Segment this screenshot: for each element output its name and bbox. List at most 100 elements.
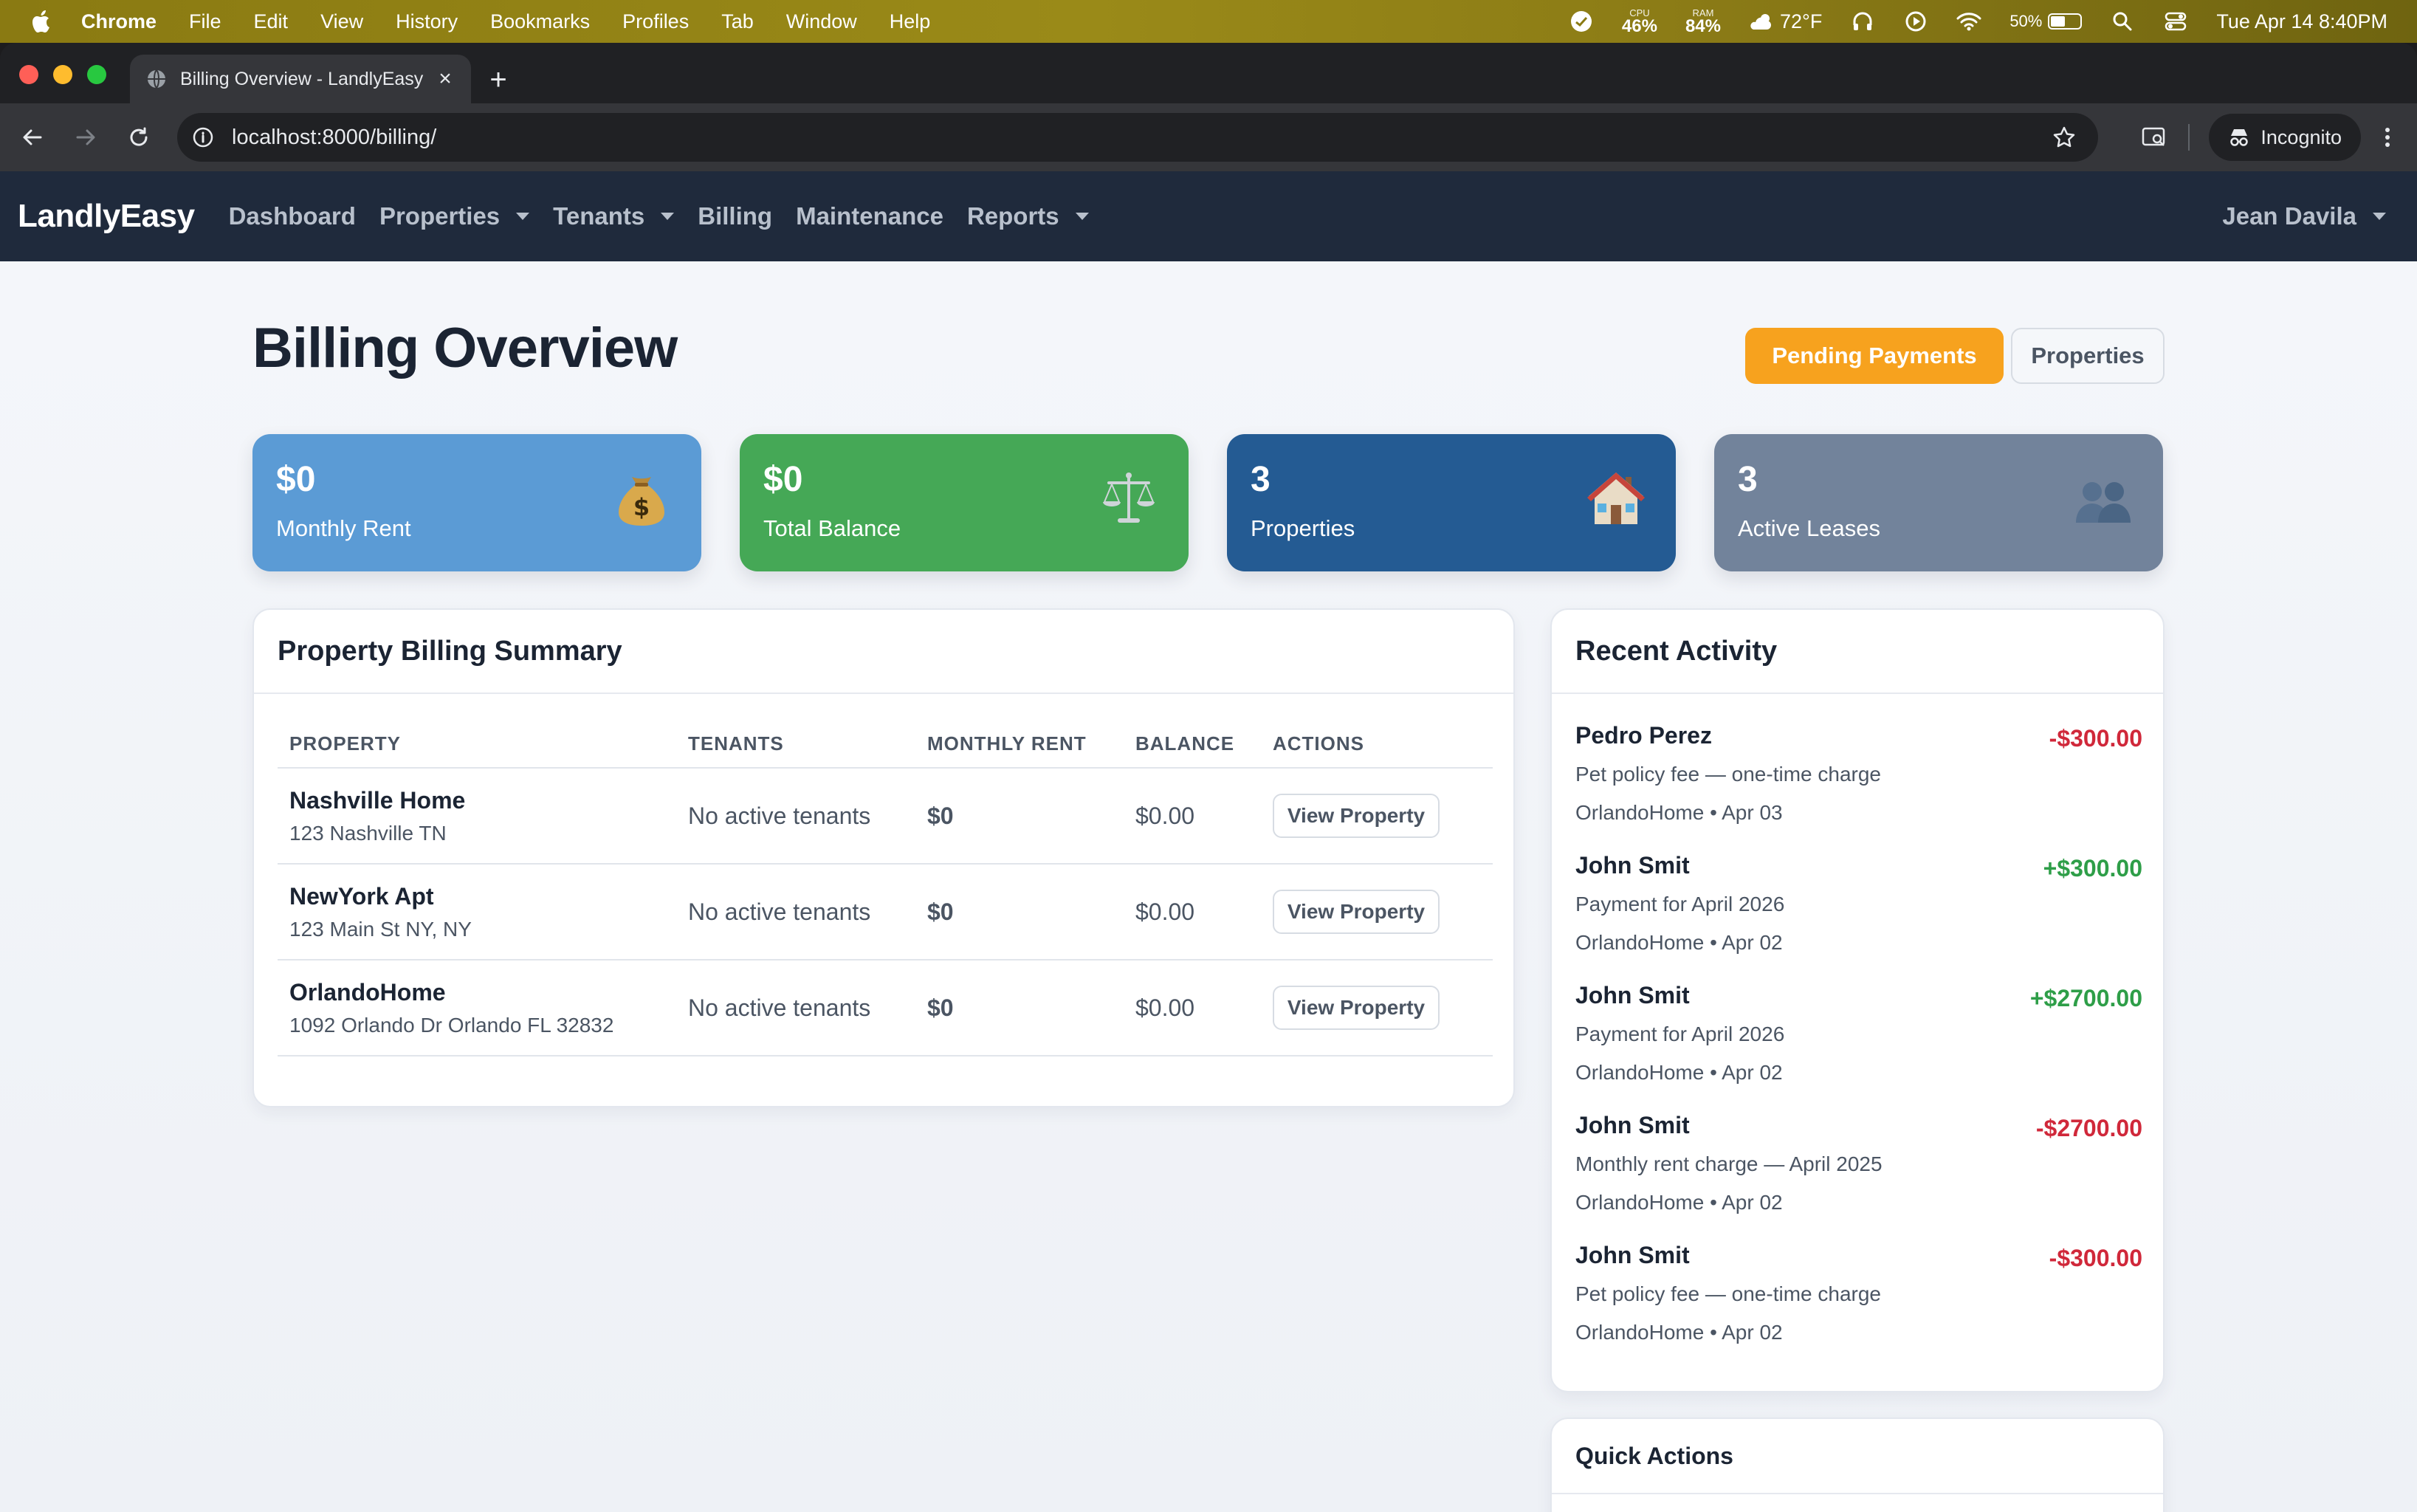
spotlight-search-icon[interactable] [2110, 9, 2135, 34]
play-icon[interactable] [1903, 9, 1928, 34]
pending-payments-button[interactable]: Pending Payments [1745, 328, 2004, 384]
menu-help[interactable]: Help [890, 10, 931, 33]
property-address: 123 Main St NY, NY [289, 917, 472, 941]
minimize-window-button[interactable] [53, 65, 72, 84]
ram-stat[interactable]: RAM 84% [1685, 8, 1721, 35]
url-text[interactable]: localhost:8000/billing/ [232, 126, 436, 150]
globe-icon [148, 69, 165, 89]
toolbar-separator [2188, 124, 2190, 151]
tenants-cell: No active tenants [688, 768, 927, 865]
caret-down-icon [661, 213, 675, 220]
incognito-button[interactable]: Incognito [2209, 114, 2361, 161]
money-bag-icon: $ [619, 477, 664, 526]
card-title: Recent Activity [1552, 610, 2163, 694]
address-bar[interactable]: localhost:8000/billing/ [177, 113, 2098, 162]
more-vertical-icon [2385, 128, 2390, 147]
menu-profiles[interactable]: Profiles [622, 10, 689, 33]
activity-description: Monthly rent charge — April 2025 [1575, 1152, 1883, 1175]
back-button[interactable] [18, 123, 47, 152]
view-property-button[interactable]: View Property [1273, 890, 1440, 934]
stat-label: Monthly Rent [276, 515, 411, 541]
table-row: Nashville Home 123 Nashville TN No activ… [278, 768, 1493, 865]
property-cell: NewYork Apt 123 Main St NY, NY [278, 864, 688, 961]
user-menu[interactable]: Jean Davila [2222, 171, 2386, 261]
activity-meta: OrlandoHome • Apr 02 [1575, 1191, 1783, 1214]
menubar-clock[interactable]: Tue Apr 14 8:40PM [2216, 10, 2387, 33]
monthly-rent-cell: $0 [927, 960, 1135, 1056]
menu-tab[interactable]: Tab [721, 10, 754, 33]
brand-logo[interactable]: LandlyEasy [18, 198, 195, 235]
menu-window[interactable]: Window [786, 10, 857, 33]
activity-monitor-icon[interactable] [1569, 9, 1594, 34]
activity-amount: +$300.00 [2043, 855, 2142, 882]
app-navbar: LandlyEasy Dashboard Properties Tenants … [0, 171, 2417, 261]
view-property-button[interactable]: View Property [1273, 794, 1440, 838]
site-info-icon[interactable] [192, 126, 214, 148]
stat-value: $0 [276, 460, 316, 499]
recent-activity-card: Recent Activity Pedro Perez Pet policy f… [1550, 608, 2165, 1392]
menu-bookmarks[interactable]: Bookmarks [490, 10, 590, 33]
property-name: NewYork Apt [289, 882, 434, 910]
nav-billing[interactable]: Billing [698, 202, 772, 230]
zoom-window-button[interactable] [87, 65, 106, 84]
menu-history[interactable]: History [396, 10, 458, 33]
column-header: TENANTS [688, 721, 927, 769]
bookmark-star-icon[interactable] [2052, 126, 2076, 149]
reload-icon [130, 127, 148, 146]
browser-tab-active[interactable]: Billing Overview - LandlyEasy × [130, 55, 471, 103]
menu-view[interactable]: View [320, 10, 363, 33]
reload-button[interactable] [124, 123, 154, 152]
forward-button[interactable] [71, 123, 100, 152]
activity-list: Pedro Perez Pet policy fee — one-time ch… [1575, 722, 2142, 1372]
new-tab-button[interactable]: + [487, 65, 509, 94]
property-address: 1092 Orlando Dr Orlando FL 32832 [289, 1013, 614, 1037]
headphones-icon[interactable] [1850, 9, 1875, 34]
caret-down-icon [1075, 213, 1089, 220]
wifi-icon[interactable] [1956, 9, 1981, 34]
stat-value: 3 [1251, 460, 1271, 499]
stat-card-monthly-rent: $0 Monthly Rent $ [252, 434, 701, 571]
quick-actions-card: Quick Actions [1550, 1418, 2165, 1512]
menu-edit[interactable]: Edit [254, 10, 289, 33]
tab-search-icon [2142, 127, 2165, 146]
nav-properties-dropdown[interactable]: Properties [379, 202, 530, 230]
incognito-icon [2230, 129, 2249, 146]
column-header: PROPERTY [278, 721, 688, 769]
actions-cell: View Property [1273, 960, 1493, 1056]
stat-value: 3 [1738, 460, 1758, 499]
browser-menu-button[interactable] [2380, 123, 2395, 152]
properties-button[interactable]: Properties [2011, 328, 2165, 384]
apple-icon[interactable] [31, 9, 53, 34]
monthly-rent-cell: $0 [927, 864, 1135, 961]
weather-widget[interactable]: 72°F [1749, 10, 1822, 33]
browser-toolbar: localhost:8000/billing/ Incognito [0, 103, 2417, 171]
battery-indicator[interactable]: 50% [2009, 12, 2083, 31]
column-header: MONTHLY RENT [927, 721, 1135, 769]
view-property-button[interactable]: View Property [1273, 986, 1440, 1030]
tab-search-button[interactable] [2139, 123, 2169, 152]
arrow-right-icon [76, 129, 95, 145]
nav-maintenance[interactable]: Maintenance [796, 202, 943, 230]
macos-menu-bar: Chrome File Edit View History Bookmarks … [0, 0, 2417, 43]
caret-down-icon [516, 213, 530, 220]
control-center-icon[interactable] [2163, 9, 2188, 34]
activity-meta: OrlandoHome • Apr 02 [1575, 931, 1783, 954]
arrow-left-icon [23, 129, 42, 145]
stat-card-properties: 3 Properties [1227, 434, 1676, 571]
property-billing-summary-card: Property Billing Summary PROPERTY TENANT… [252, 608, 1515, 1107]
close-window-button[interactable] [19, 65, 38, 84]
activity-amount: +$2700.00 [2029, 985, 2142, 1011]
close-tab-icon[interactable]: × [436, 66, 455, 91]
property-name: Nashville Home [289, 786, 466, 814]
nav-dashboard[interactable]: Dashboard [229, 202, 356, 230]
nav-tenants-dropdown[interactable]: Tenants [553, 202, 675, 230]
scales-icon [1103, 472, 1155, 523]
property-name: OrlandoHome [289, 978, 446, 1006]
cpu-stat[interactable]: CPU 46% [1622, 8, 1657, 35]
nav-reports-dropdown[interactable]: Reports [967, 202, 1089, 230]
menu-chrome[interactable]: Chrome [81, 10, 157, 33]
stat-label: Properties [1251, 515, 1355, 541]
activity-description: Pet policy fee — one-time charge [1575, 1282, 1881, 1305]
list-item: John Smit Payment for April 2026 Orlando… [1575, 852, 2142, 982]
menu-file[interactable]: File [189, 10, 221, 33]
